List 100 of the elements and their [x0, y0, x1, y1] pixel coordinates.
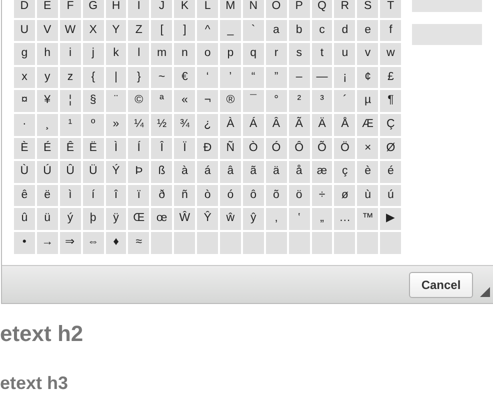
character-cell[interactable]: L — [197, 0, 218, 18]
character-cell[interactable]: § — [82, 90, 104, 112]
character-cell[interactable]: { — [82, 66, 104, 88]
character-cell[interactable]: s — [288, 43, 310, 65]
character-cell[interactable]: ¼ — [128, 114, 150, 136]
character-cell[interactable]: ø — [334, 184, 356, 206]
character-cell[interactable]: ¦ — [60, 90, 81, 112]
character-cell[interactable]: ⇒ — [60, 232, 81, 254]
character-cell[interactable]: œ — [151, 208, 172, 230]
character-cell[interactable]: Ì — [106, 138, 126, 160]
character-cell[interactable]: g — [14, 43, 35, 65]
character-cell[interactable]: Ê — [60, 138, 81, 160]
character-cell[interactable]: N — [242, 0, 264, 18]
character-cell[interactable]: ¸ — [36, 114, 58, 136]
character-cell[interactable]: Ø — [380, 138, 402, 160]
character-cell[interactable]: ½ — [151, 114, 172, 136]
character-cell[interactable]: V — [36, 20, 58, 42]
character-cell[interactable]: € — [174, 66, 196, 88]
character-cell[interactable]: û — [14, 208, 35, 230]
character-cell[interactable]: ^ — [197, 20, 218, 42]
character-cell[interactable]: Ë — [82, 138, 104, 160]
character-cell[interactable]: ÿ — [106, 208, 126, 230]
character-cell[interactable]: Õ — [312, 138, 332, 160]
character-cell[interactable]: x — [14, 66, 35, 88]
character-cell[interactable]: Ç — [380, 114, 402, 136]
character-cell[interactable]: Â — [266, 114, 287, 136]
character-cell[interactable]: ¤ — [14, 90, 35, 112]
character-cell[interactable]: n — [174, 43, 196, 65]
character-cell[interactable]: õ — [266, 184, 287, 206]
character-cell[interactable]: Œ — [128, 208, 150, 230]
character-cell[interactable]: ý — [60, 208, 81, 230]
character-cell[interactable]: R — [334, 0, 356, 18]
character-cell[interactable]: ” — [266, 66, 287, 88]
character-cell[interactable]: Á — [242, 114, 264, 136]
character-cell[interactable]: ê — [14, 184, 35, 206]
character-cell[interactable]: S — [357, 0, 378, 18]
character-cell[interactable]: ¾ — [174, 114, 196, 136]
character-cell[interactable]: O — [266, 0, 287, 18]
character-cell[interactable]: ò — [197, 184, 218, 206]
character-cell[interactable]: Þ — [128, 161, 150, 183]
character-cell[interactable]: ñ — [174, 184, 196, 206]
character-cell[interactable]: ♦ — [106, 232, 126, 254]
character-cell[interactable]: U — [14, 20, 35, 42]
character-cell[interactable]: ó — [220, 184, 241, 206]
character-cell[interactable]: … — [334, 208, 356, 230]
character-cell[interactable]: þ — [82, 208, 104, 230]
character-cell[interactable]: ü — [36, 208, 58, 230]
character-cell[interactable]: ë — [36, 184, 58, 206]
character-cell[interactable]: Ñ — [220, 138, 241, 160]
character-cell[interactable]: G — [82, 0, 104, 18]
character-cell[interactable]: Ä — [312, 114, 332, 136]
character-cell[interactable]: p — [220, 43, 241, 65]
character-cell[interactable]: Æ — [357, 114, 378, 136]
character-cell[interactable]: ä — [266, 161, 287, 183]
character-cell[interactable]: ³ — [312, 90, 332, 112]
character-cell[interactable]: í — [82, 184, 104, 206]
character-cell[interactable]: Ã — [288, 114, 310, 136]
character-cell[interactable]: º — [82, 114, 104, 136]
character-cell[interactable]: Y — [106, 20, 126, 42]
character-cell[interactable]: M — [220, 0, 241, 18]
character-cell[interactable]: · — [14, 114, 35, 136]
character-cell[interactable]: ª — [151, 90, 172, 112]
character-cell[interactable]: ® — [220, 90, 241, 112]
character-cell[interactable]: ´ — [334, 90, 356, 112]
character-cell[interactable]: j — [82, 43, 104, 65]
character-cell[interactable]: c — [312, 20, 332, 42]
character-cell[interactable]: Ö — [334, 138, 356, 160]
character-cell[interactable]: W — [60, 20, 81, 42]
character-cell[interactable]: Z — [128, 20, 150, 42]
character-cell[interactable]: E — [36, 0, 58, 18]
character-cell[interactable]: Ð — [197, 138, 218, 160]
character-cell[interactable]: ŵ — [220, 208, 241, 230]
character-cell[interactable]: ô — [242, 184, 264, 206]
character-cell[interactable]: ú — [380, 184, 402, 206]
character-cell[interactable]: Ù — [14, 161, 35, 183]
character-cell[interactable]: f — [380, 20, 402, 42]
character-cell[interactable]: ¶ — [380, 90, 402, 112]
character-cell[interactable]: P — [288, 0, 310, 18]
character-cell[interactable]: Ó — [266, 138, 287, 160]
character-cell[interactable]: Q — [312, 0, 332, 18]
character-cell[interactable]: I — [128, 0, 150, 18]
character-cell[interactable]: ÷ — [312, 184, 332, 206]
character-cell[interactable]: h — [36, 43, 58, 65]
character-cell[interactable]: D — [14, 0, 35, 18]
character-cell[interactable]: ¿ — [197, 114, 218, 136]
character-cell[interactable]: ™ — [357, 208, 378, 230]
character-cell[interactable]: ▶ — [380, 208, 402, 230]
character-cell[interactable]: Ú — [36, 161, 58, 183]
character-cell[interactable]: á — [197, 161, 218, 183]
character-cell[interactable]: y — [36, 66, 58, 88]
character-cell[interactable]: — — [312, 66, 332, 88]
character-cell[interactable]: z — [60, 66, 81, 88]
character-cell[interactable]: ŷ — [242, 208, 264, 230]
character-cell[interactable]: F — [60, 0, 81, 18]
character-cell[interactable]: ð — [151, 184, 172, 206]
character-cell[interactable]: ` — [242, 20, 264, 42]
character-cell[interactable]: k — [106, 43, 126, 65]
character-cell[interactable]: H — [106, 0, 126, 18]
character-cell[interactable]: × — [357, 138, 378, 160]
character-cell[interactable]: £ — [380, 66, 402, 88]
